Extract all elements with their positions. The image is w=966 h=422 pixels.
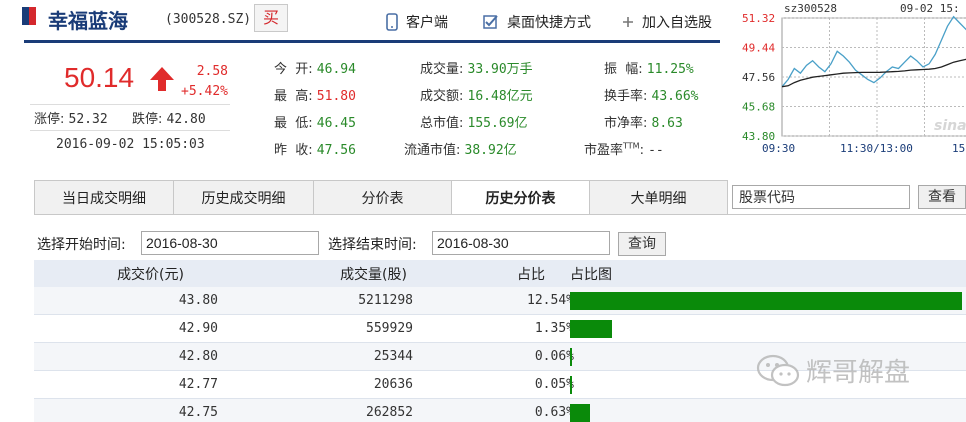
desktop-shortcut-label: 桌面快捷方式	[507, 15, 591, 31]
row-volume: 20636	[373, 377, 413, 392]
client-link[interactable]: 客户端	[386, 12, 448, 32]
percent-bar	[570, 403, 590, 422]
row-percent: 12.54%	[527, 293, 574, 308]
row-percent: 0.05%	[534, 377, 574, 392]
mini-chart-code: sz300528	[784, 2, 837, 15]
price-change: 2.58	[196, 64, 228, 79]
intraday-mini-chart[interactable]: sz300528 09-02 15: 51.3249.4447.5645.684…	[740, 0, 966, 160]
stat-market-cap: 总市值: 155.69亿	[420, 116, 528, 131]
quote-divider	[30, 104, 230, 105]
watermark-text: 辉哥解盘	[806, 358, 911, 388]
header-volume: 成交量(股)	[340, 266, 407, 283]
row-price: 42.77	[178, 377, 218, 392]
row-volume: 25344	[373, 349, 413, 364]
row-price: 42.75	[178, 405, 218, 420]
tab-item[interactable]: 历史成交明细	[174, 180, 314, 215]
mini-y-label: 45.68	[742, 101, 775, 114]
start-date-label: 选择开始时间:	[37, 237, 126, 253]
tab-item[interactable]: 分价表	[314, 180, 452, 215]
row-percent: 0.63%	[534, 405, 574, 420]
stat-open: 今 开: 46.94	[274, 62, 356, 77]
mini-y-label: 47.56	[742, 71, 775, 84]
flag-red-icon	[29, 7, 36, 25]
mini-x-label: 11:30/13:00	[840, 142, 913, 155]
mini-x-label: 09:30	[762, 142, 795, 155]
percent-bar	[570, 347, 572, 366]
up-arrow-icon	[150, 67, 174, 91]
row-percent: 0.06%	[534, 349, 574, 364]
table-header: 成交价(元) 成交量(股) 占比 占比图	[34, 260, 966, 287]
limit-up: 涨停: 52.32	[34, 112, 108, 127]
add-watchlist-link[interactable]: 加入自选股	[622, 12, 712, 32]
row-percent-bar-cell	[570, 287, 966, 314]
wechat-icon	[756, 354, 800, 386]
row-volume: 262852	[366, 405, 413, 420]
table-row: 43.80 5211298 12.54%	[34, 287, 966, 315]
table-row: 42.90 559929 1.35%	[34, 315, 966, 343]
stat-float-cap: 流通市值: 38.92亿	[404, 143, 517, 158]
row-price: 43.80	[178, 293, 218, 308]
wechat-watermark: 辉哥解盘	[756, 352, 910, 389]
checkbox-icon	[483, 15, 498, 29]
mini-y-label: 51.32	[742, 12, 775, 25]
table-row: 42.75 262852 0.63%	[34, 399, 966, 422]
view-button[interactable]: 查看	[918, 185, 966, 209]
desktop-shortcut-link[interactable]: 桌面快捷方式	[483, 12, 591, 32]
quote-divider	[30, 130, 230, 131]
tabs-divider	[34, 214, 966, 215]
stat-turnover: 换手率: 43.66%	[604, 89, 699, 104]
buy-button[interactable]: 买	[254, 4, 288, 32]
phone-icon	[386, 13, 398, 31]
price-distribution-table: 成交价(元) 成交量(股) 占比 占比图 43.80 5211298 12.54% 4…	[34, 260, 966, 422]
tab-item[interactable]: 大单明细	[590, 180, 728, 215]
quote-datetime: 2016-09-02 15:05:03	[56, 137, 205, 152]
percent-bar	[570, 375, 572, 394]
end-date-input[interactable]	[432, 231, 610, 255]
percent-bar	[570, 319, 613, 338]
tab-item[interactable]: 当日成交明细	[34, 180, 174, 215]
percent-bar	[570, 291, 962, 310]
stock-name: 幸福蓝海	[48, 9, 128, 33]
current-price: 50.14	[64, 62, 135, 93]
sina-logo: sina	[934, 118, 966, 134]
stat-pb: 市净率: 8.63	[604, 116, 683, 131]
query-button[interactable]: 查询	[618, 232, 666, 256]
stat-high: 最 高: 51.80	[274, 89, 356, 104]
mini-chart-date: 09-02 15:	[900, 2, 960, 15]
mini-y-label: 49.44	[742, 42, 775, 55]
end-date-label: 选择结束时间:	[328, 237, 417, 253]
header-percent-chart: 占比图	[570, 266, 612, 283]
row-percent: 1.35%	[534, 321, 574, 336]
header-price: 成交价(元)	[117, 266, 184, 283]
header-divider	[24, 40, 720, 43]
row-price: 42.90	[178, 321, 218, 336]
stock-header: 幸福蓝海 (300528.SZ) 买 客户端 桌面快捷方式 加入自选股	[0, 0, 740, 44]
stat-low: 最 低: 46.45	[274, 116, 356, 131]
row-volume: 559929	[366, 321, 413, 336]
price-change-percent: +5.42%	[181, 84, 228, 99]
stat-amount: 成交额: 16.48亿元	[420, 89, 533, 104]
row-price: 42.80	[178, 349, 218, 364]
stock-code: (300528.SZ)	[165, 12, 252, 27]
stat-volume: 成交量: 33.90万手	[420, 62, 533, 77]
mini-x-label: 15	[952, 142, 965, 155]
row-percent-bar-cell	[570, 399, 966, 422]
stat-amplitude: 振 幅: 11.25%	[604, 62, 694, 77]
stat-prev-close: 昨 收: 47.56	[274, 143, 356, 158]
stock-code-input[interactable]	[732, 185, 910, 209]
flag-blue-icon	[22, 7, 29, 25]
plus-icon	[623, 17, 633, 27]
stat-pe-ttm: 市盈率TTM: --	[584, 141, 664, 158]
row-volume: 5211298	[358, 293, 413, 308]
row-percent-bar-cell	[570, 315, 966, 342]
detail-tabs: 当日成交明细 历史成交明细 分价表 历史分价表 大单明细	[34, 180, 728, 215]
tab-item[interactable]: 历史分价表	[452, 180, 590, 215]
header-percent: 占比	[517, 266, 545, 283]
limit-down: 跌停: 42.80	[132, 112, 206, 127]
client-link-label: 客户端	[406, 15, 448, 31]
start-date-input[interactable]	[141, 231, 319, 255]
add-watchlist-label: 加入自选股	[642, 15, 712, 31]
